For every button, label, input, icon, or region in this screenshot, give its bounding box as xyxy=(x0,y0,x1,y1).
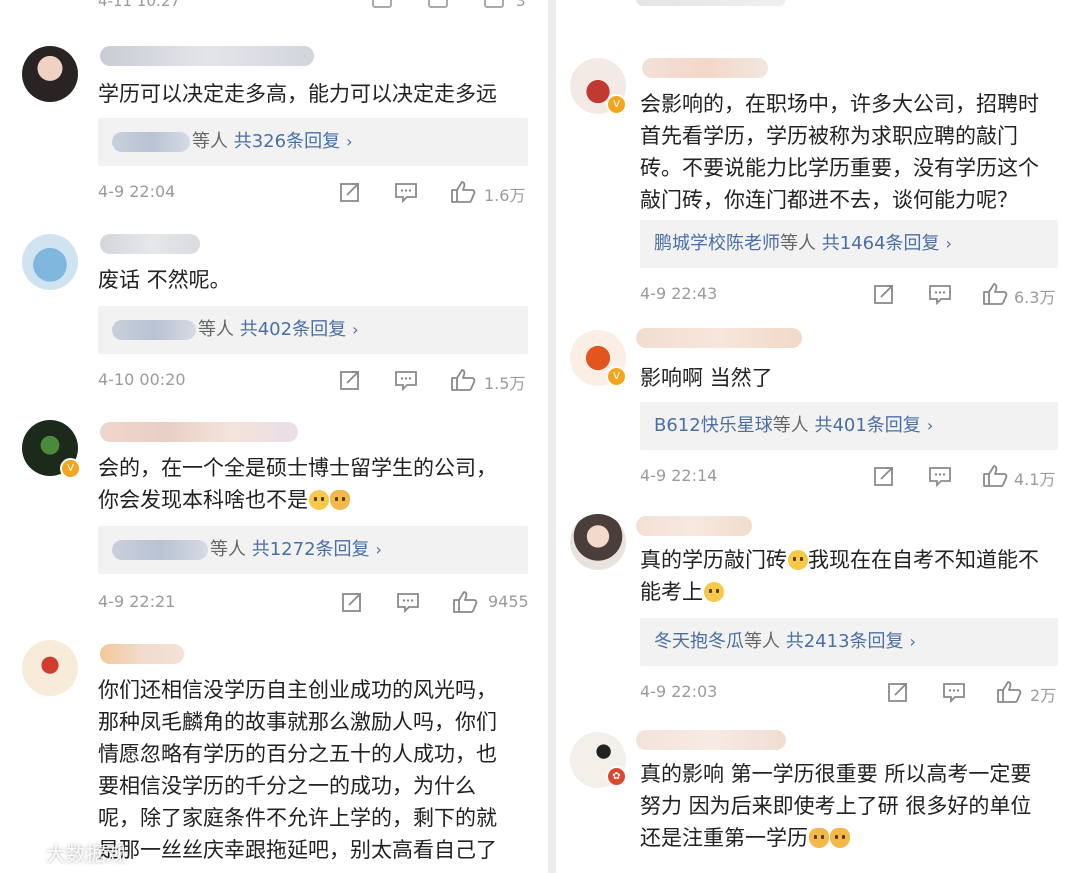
share-icon[interactable] xyxy=(338,180,362,204)
share-icon[interactable] xyxy=(886,680,910,704)
username[interactable] xyxy=(642,58,768,78)
reply-count: 共1464条回复 xyxy=(821,233,940,254)
username[interactable] xyxy=(636,730,786,750)
share-icon[interactable] xyxy=(372,0,392,8)
watermark: 大数据观 xyxy=(8,838,126,867)
like-icon[interactable] xyxy=(450,368,476,392)
like-icon[interactable] xyxy=(982,282,1008,306)
reply-user-link: B612快乐星球 xyxy=(654,415,773,436)
like-count: 9455 xyxy=(488,592,529,611)
like-icon[interactable] xyxy=(996,680,1022,704)
username[interactable] xyxy=(100,234,200,254)
comment-column-left: 4-11 10:27 3 学历可以决定走多高，能力可以决定走多远 等人 共326… xyxy=(0,0,548,873)
reply-user-link: 冬天抱冬瓜 xyxy=(654,631,744,652)
reply-summary[interactable]: 等人 共402条回复 › xyxy=(98,306,528,354)
like-count: 1.5万 xyxy=(484,374,526,393)
comment-meta: 4-9 22:43 6.3万 xyxy=(640,282,1060,312)
cat-emoji-icon xyxy=(809,828,829,848)
comment-meta: 4-9 22:03 2万 xyxy=(640,680,1060,710)
username[interactable] xyxy=(636,516,752,536)
chevron-right-icon: › xyxy=(352,320,359,339)
comment-time: 4-10 00:20 xyxy=(98,370,186,389)
comment-text: 会影响的，在职场中，许多大公司，招聘时 首先看学历，学历被称为求职应聘的敲门 砖… xyxy=(640,92,1039,212)
column-divider xyxy=(548,0,556,873)
comment-text: 真的学历敲门砖 我现在在自考不知道能不 能考上 xyxy=(640,548,1039,604)
comment-icon[interactable] xyxy=(928,282,952,306)
comment-meta: 4-9 22:21 9455 xyxy=(98,590,529,620)
cat-emoji-icon xyxy=(330,490,350,510)
comment-icon[interactable] xyxy=(942,680,966,704)
reply-summary[interactable]: 鹏城学校陈老师等人 共1464条回复 › xyxy=(640,220,1058,268)
username[interactable] xyxy=(100,422,298,442)
comment-text: 真的影响 第一学历很重要 所以高考一定要 努力 因为后来即使考上了研 很多好的单… xyxy=(640,762,1032,850)
like-count: 2万 xyxy=(1030,686,1057,705)
comment-icon[interactable] xyxy=(428,0,448,8)
reply-count: 共1272条回复 xyxy=(251,539,370,560)
reply-count: 共2413条回复 xyxy=(785,631,904,652)
reply-count: 共326条回复 xyxy=(233,131,341,152)
comment-time: 4-9 22:14 xyxy=(640,466,718,485)
comment-time: 4-9 22:04 xyxy=(98,182,176,201)
like-icon[interactable] xyxy=(452,590,478,614)
user-avatar[interactable] xyxy=(22,640,78,696)
reply-summary[interactable]: 等人 共326条回复 › xyxy=(98,118,528,166)
comment-meta: 4-9 22:04 1.6万 xyxy=(98,180,528,210)
watermark-logo-icon xyxy=(8,839,40,865)
comment-meta: 4-10 00:20 1.5万 xyxy=(98,368,528,398)
comment-text: 废话 不然呢。 xyxy=(98,268,231,292)
like-count: 1.6万 xyxy=(484,186,526,205)
comment-time: 4-9 22:21 xyxy=(98,592,176,611)
share-icon[interactable] xyxy=(872,464,896,488)
comment-text: 会的，在一个全是硕士博士留学生的公司， 你会发现本科啥也不是 xyxy=(98,456,497,512)
tab-bar-partial xyxy=(636,0,786,6)
like-icon[interactable] xyxy=(982,464,1008,488)
share-icon[interactable] xyxy=(872,282,896,306)
comment-time: 4-11 10:27 xyxy=(98,0,181,10)
reply-count: 共401条回复 xyxy=(814,415,921,436)
reply-user-link: 鹏城学校陈老师 xyxy=(654,233,780,254)
like-count: 4.1万 xyxy=(1014,470,1056,489)
comment-time: 4-9 22:03 xyxy=(640,682,718,701)
verified-badge-icon: V xyxy=(606,366,627,387)
badge-icon: ✿ xyxy=(606,766,627,787)
comment-icon[interactable] xyxy=(928,464,952,488)
comment-column-right: V 会影响的，在职场中，许多大公司，招聘时 首先看学历，学历被称为求职应聘的敲门… xyxy=(556,0,1080,873)
cat-emoji-icon xyxy=(830,828,850,848)
chevron-right-icon: › xyxy=(945,234,952,253)
comment-icon[interactable] xyxy=(396,590,420,614)
smile-emoji-icon xyxy=(704,582,724,602)
username[interactable] xyxy=(100,644,184,664)
user-avatar[interactable] xyxy=(22,46,78,102)
username[interactable] xyxy=(636,328,802,348)
like-icon[interactable] xyxy=(484,0,504,8)
share-icon[interactable] xyxy=(340,590,364,614)
smile-emoji-icon xyxy=(309,490,329,510)
comment-time: 4-9 22:43 xyxy=(640,284,718,303)
chevron-right-icon: › xyxy=(926,416,934,435)
comment-text: 学历可以决定走多高，能力可以决定走多远 xyxy=(98,82,497,106)
share-icon[interactable] xyxy=(338,368,362,392)
comment-icon[interactable] xyxy=(394,368,418,392)
user-avatar[interactable] xyxy=(570,514,626,570)
verified-badge-icon: V xyxy=(60,458,81,479)
comment-meta: 4-9 22:14 4.1万 xyxy=(640,464,1060,494)
user-avatar[interactable] xyxy=(22,234,78,290)
reply-summary[interactable]: 等人 共1272条回复 › xyxy=(98,526,528,574)
like-icon[interactable] xyxy=(450,180,476,204)
verified-badge-icon: V xyxy=(606,94,627,115)
chevron-right-icon: › xyxy=(909,632,916,651)
username[interactable] xyxy=(100,46,314,66)
like-count: 6.3万 xyxy=(1014,288,1056,307)
previous-comment-meta: 4-11 10:27 3 xyxy=(0,0,548,18)
reply-count: 共402条回复 xyxy=(239,319,347,340)
reply-summary[interactable]: 冬天抱冬瓜等人 共2413条回复 › xyxy=(640,618,1058,666)
reply-summary[interactable]: B612快乐星球等人 共401条回复 › xyxy=(640,402,1058,450)
comment-icon[interactable] xyxy=(394,180,418,204)
chevron-right-icon: › xyxy=(375,540,382,559)
smile-emoji-icon xyxy=(788,550,808,570)
like-count: 3 xyxy=(516,0,526,10)
comment-text: 影响啊 当然了 xyxy=(640,366,773,390)
chevron-right-icon: › xyxy=(346,132,353,151)
comment-text: 你们还相信没学历自主创业成功的风光吗， 那种凤毛麟角的故事就那么激励人吗，你们 … xyxy=(98,678,497,862)
